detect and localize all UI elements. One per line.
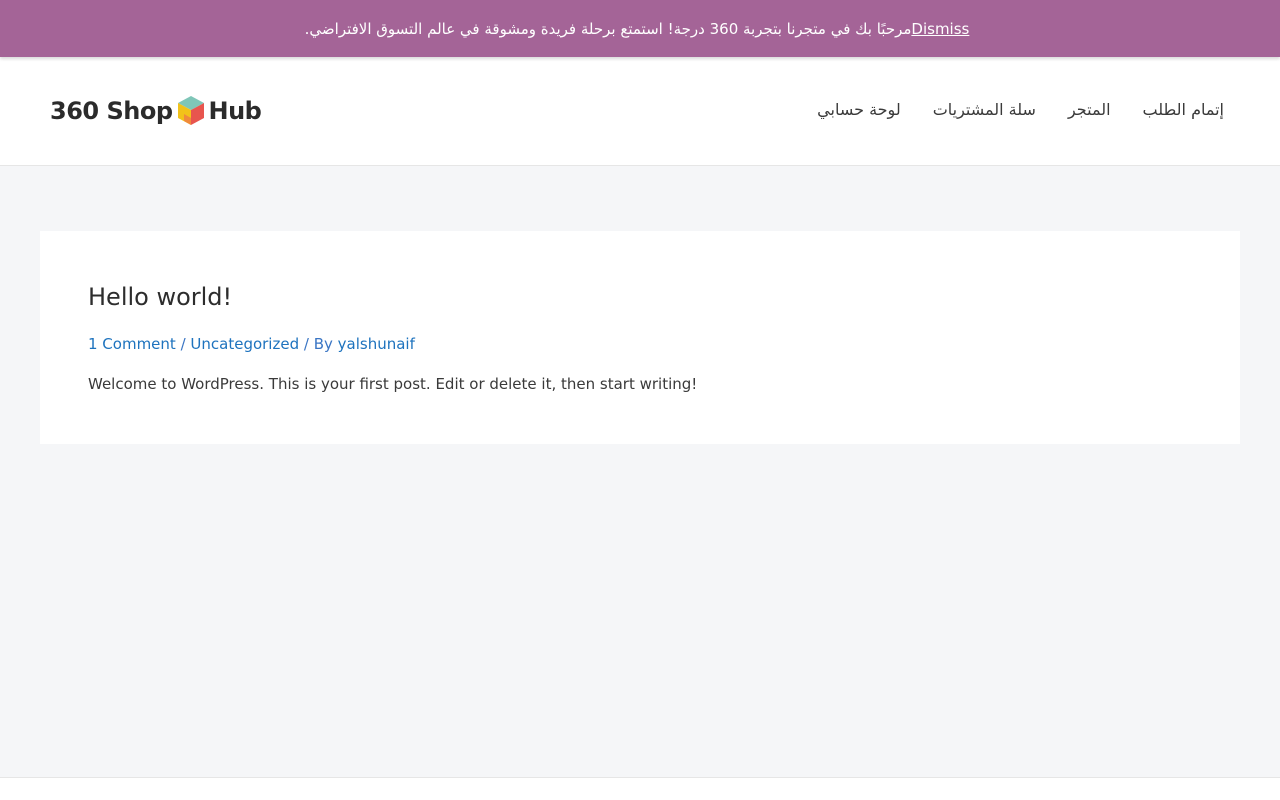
meta-by-prefix: / By — [299, 335, 338, 353]
nav-item-my-account[interactable]: لوحة حسابي — [817, 100, 901, 119]
logo-text-left: 360 Shop — [50, 97, 173, 125]
post-category-link[interactable]: Uncategorized — [190, 335, 299, 353]
nav-item-cart[interactable]: سلة المشتريات — [933, 100, 1036, 119]
primary-navigation: لوحة حسابي سلة المشتريات المتجر إتمام ال… — [817, 100, 1224, 119]
site-footer — [0, 777, 1280, 800]
nav-item-checkout[interactable]: إتمام الطلب — [1143, 100, 1224, 119]
post-author-link[interactable]: yalshunaif — [338, 335, 415, 353]
store-notice-banner: مرحبًا بك في متجرنا بتجربة 360 درجة! است… — [0, 0, 1280, 57]
cube-logo-icon — [177, 96, 204, 125]
post-title[interactable]: Hello world! — [88, 283, 232, 311]
dismiss-notice-link[interactable]: Dismiss — [911, 20, 969, 38]
store-notice-message: مرحبًا بك في متجرنا بتجربة 360 درجة! است… — [304, 19, 912, 38]
post-excerpt: Welcome to WordPress. This is your first… — [88, 375, 698, 393]
site-logo[interactable]: 360 Shop Hub — [50, 87, 280, 149]
meta-separator: / — [175, 335, 191, 353]
logo-text-right: Hub — [208, 97, 262, 125]
site-header: 360 Shop Hub لوحة حسابي سلة المشتريات ال… — [0, 57, 1280, 166]
post-comments-link[interactable]: 1 Comment — [88, 335, 176, 353]
post-meta: 1 Comment / Uncategorized / By yalshunai… — [88, 335, 415, 353]
post-card: Hello world! 1 Comment / Uncategorized /… — [40, 231, 1240, 444]
nav-item-shop[interactable]: المتجر — [1068, 100, 1111, 119]
